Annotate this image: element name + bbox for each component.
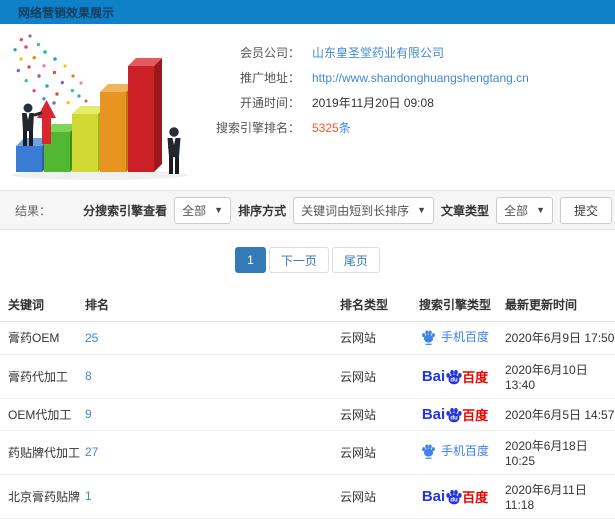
rank-count-unit: 条 xyxy=(338,121,351,135)
info-row-company: 会员公司： 山东皇圣堂药业有限公司 xyxy=(190,40,615,65)
baidu-logo-baidu: 百度 xyxy=(462,489,489,505)
page-1-button[interactable]: 1 xyxy=(235,247,266,273)
baidu-logo-bai: Bai xyxy=(421,367,446,385)
rank-count-number: 5325 xyxy=(312,121,339,135)
last-page-button[interactable]: 尾页 xyxy=(331,247,380,273)
keyword-cell: 药贴牌代加工 xyxy=(0,429,85,474)
open-time-value: 2019年11月20日 09:08 xyxy=(312,96,434,110)
rank-type-cell: 云网站 xyxy=(340,429,405,474)
filter-group: 分搜索引擎查看 全部 ▼ 排序方式 关键词由短到长排序 ▼ 文章类型 全部 ▼ … xyxy=(83,196,612,224)
keyword-cell: 膏药OEM xyxy=(8,331,60,346)
baidu-paw-icon: du xyxy=(446,369,462,384)
info-row-open-time: 开通时间： 2019年11月20日 09:08 xyxy=(190,90,615,115)
pagination: 1 下一页 尾页 xyxy=(0,247,615,273)
promo-url-label: 推广地址： xyxy=(239,71,300,85)
table-row: 药贴牌代加工 27 云网站 手机百度 2020年6月18日 10:25 xyxy=(0,429,615,474)
rank-link[interactable]: 1 xyxy=(85,489,92,503)
page-title: 网络营销效果展示 xyxy=(18,5,115,20)
rank-link[interactable]: 27 xyxy=(85,445,98,459)
chevron-down-icon: ▼ xyxy=(536,205,545,215)
growth-chart-illustration xyxy=(12,34,188,180)
engine-mobile-label: 手机百度 xyxy=(440,444,489,459)
svg-text:du: du xyxy=(450,415,458,421)
info-section: 会员公司： 山东皇圣堂药业有限公司 推广地址： http://www.shand… xyxy=(0,24,615,188)
rank-type-cell: 云网站 xyxy=(340,473,405,518)
engine-cell: Bai du 百度 xyxy=(405,353,505,398)
engine-filter-select[interactable]: 全部 ▼ xyxy=(174,196,232,224)
header-bar: 网络营销效果展示 xyxy=(0,0,615,24)
time-cell: 2020年6月10日 13:40 xyxy=(505,353,615,398)
sort-filter-select[interactable]: 关键词由短到长排序 ▼ xyxy=(293,196,435,224)
table-header-row: 关键词 排名 排名类型 搜索引擎类型 最新更新时间 xyxy=(0,288,615,322)
rank-link[interactable]: 25 xyxy=(85,331,98,345)
engine-mobile-label: 手机百度 xyxy=(440,330,489,344)
col-update-time: 最新更新时间 xyxy=(505,288,615,322)
col-rank: 排名 xyxy=(85,288,340,322)
engine-cell: 手机百度 xyxy=(405,429,505,474)
table-row: OEM代加工 9 云网站 Bai du 百度 2020年6月5日 14:57 xyxy=(0,397,615,430)
rank-type-cell: 云网站 xyxy=(340,353,405,398)
time-cell: 2020年6月5日 14:57 xyxy=(505,397,615,430)
svg-text:du: du xyxy=(450,497,458,503)
article-type-select[interactable]: 全部 ▼ xyxy=(496,196,553,224)
results-table: 关键词 排名 排名类型 搜索引擎类型 最新更新时间 膏药OEM 25 云网站 手机百度… xyxy=(0,288,615,520)
keyword-cell: 膏药代加工 xyxy=(0,353,85,398)
chevron-down-icon: ▼ xyxy=(214,205,224,215)
table-row: 膏药OEM 25 云网站 手机百度 2020年6月9日 17:50 xyxy=(0,322,615,355)
article-type-label: 文章类型 xyxy=(441,203,490,218)
baidu-paw-icon xyxy=(422,444,435,459)
time-cell: 2020年6月9日 17:50 xyxy=(505,331,615,346)
table-row: 北京膏药贴牌 1 云网站 Bai du 百度 2020年6月11日 11:18 xyxy=(0,473,615,518)
company-info: 会员公司： 山东皇圣堂药业有限公司 推广地址： http://www.shand… xyxy=(190,24,615,188)
promo-url-link[interactable]: http://www.shandonghuangshengtang.cn xyxy=(312,71,529,85)
svg-text:du: du xyxy=(450,377,458,383)
result-label: 结果： xyxy=(15,203,52,218)
bar-red xyxy=(128,58,162,172)
company-name-link[interactable]: 山东皇圣堂药业有限公司 xyxy=(312,44,444,61)
open-time-label: 开通时间： xyxy=(239,96,300,110)
chevron-down-icon: ▼ xyxy=(417,205,427,215)
filter-bar: 结果： 分搜索引擎查看 全部 ▼ 排序方式 关键词由短到长排序 ▼ 文章类型 全… xyxy=(0,190,615,230)
baidu-paw-icon: du xyxy=(446,407,462,422)
rank-link[interactable]: 9 xyxy=(85,407,92,421)
baidu-logo-baidu: 百度 xyxy=(462,407,489,423)
engine-mobile-baidu: 手机百度 xyxy=(421,328,489,345)
rank-type-cell: 云网站 xyxy=(340,397,405,430)
engine-cell: 手机百度 xyxy=(405,322,505,355)
baidu-logo-baidu: 百度 xyxy=(462,369,489,385)
baidu-logo-bai: Bai xyxy=(421,487,446,505)
engine-baidu-logo: Bai du 百度 xyxy=(422,405,488,424)
col-engine-type: 搜索引擎类型 xyxy=(405,288,505,322)
col-rank-type: 排名类型 xyxy=(340,288,405,322)
engine-cell: Bai du 百度 xyxy=(405,473,505,518)
company-label: 会员公司： xyxy=(239,46,300,60)
col-keyword: 关键词 xyxy=(0,288,85,322)
baidu-paw-icon: du xyxy=(446,489,462,504)
keyword-cell: OEM代加工 xyxy=(0,397,85,430)
businessman-right xyxy=(167,127,181,174)
engine-baidu-logo: Bai du 百度 xyxy=(422,367,488,386)
time-cell: 2020年6月11日 11:18 xyxy=(505,473,615,518)
baidu-paw-icon xyxy=(422,330,435,345)
table-body: 膏药OEM 25 云网站 手机百度 2020年6月9日 17:50 膏药代加工 8 云网站 Ba… xyxy=(0,322,615,520)
info-row-url: 推广地址： http://www.shandonghuangshengtang.… xyxy=(190,65,615,90)
submit-button[interactable]: 提交 xyxy=(559,196,612,224)
rank-type-cell: 云网站 xyxy=(340,331,377,346)
sort-filter-label: 排序方式 xyxy=(238,203,287,218)
table-row: 膏药代加工 8 云网站 Bai du 百度 2020年6月10日 13:40 xyxy=(0,353,615,398)
rank-count-label: 搜索引擎排名： xyxy=(215,121,300,135)
engine-mobile-baidu: 手机百度 xyxy=(421,442,489,459)
confetti-decoration xyxy=(12,34,88,105)
rank-link[interactable]: 8 xyxy=(85,369,92,383)
keyword-cell: 北京膏药贴牌 xyxy=(0,473,85,518)
engine-cell: Bai du 百度 xyxy=(405,397,505,430)
time-cell: 2020年6月18日 10:25 xyxy=(505,429,615,474)
engine-filter-label: 分搜索引擎查看 xyxy=(83,203,168,218)
next-page-button[interactable]: 下一页 xyxy=(268,247,329,273)
engine-baidu-logo: Bai du 百度 xyxy=(422,487,488,506)
rank-count-value: 5325条 xyxy=(312,119,351,136)
page: 网络营销效果展示 会员公司： 山东皇圣堂药业有限公司 推广地址： http://… xyxy=(0,0,615,520)
baidu-logo-bai: Bai xyxy=(421,405,446,423)
info-row-rank-count: 搜索引擎排名： 5325条 xyxy=(190,115,615,140)
